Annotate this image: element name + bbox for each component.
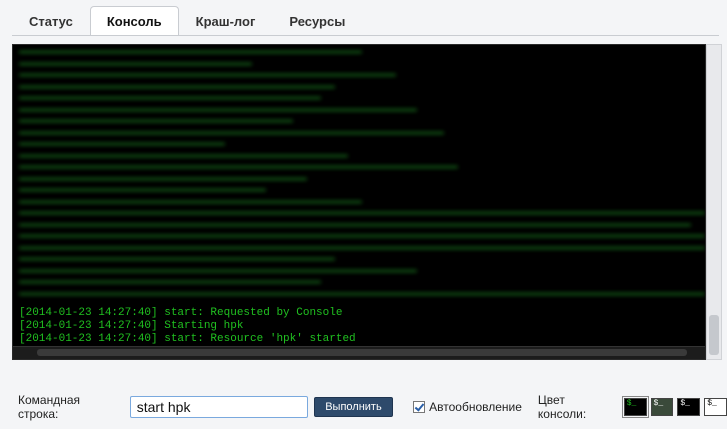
autoupdate-toggle[interactable]: Автообновление: [413, 400, 522, 414]
horizontal-scroll-thumb[interactable]: [37, 349, 687, 356]
swatch-text: $_: [653, 399, 664, 408]
tab-crash-log[interactable]: Краш-лог: [179, 6, 273, 36]
vertical-scroll-thumb[interactable]: [709, 315, 719, 355]
console-color-swatch-white[interactable]: $_: [704, 398, 727, 416]
console-blurred-history: [19, 51, 705, 306]
tab-bar: Статус Консоль Краш-лог Ресурсы: [12, 6, 362, 36]
command-bar: Командная строка: Выполнить Автообновлен…: [18, 393, 727, 421]
autoupdate-checkbox[interactable]: [413, 401, 426, 413]
tab-divider: [12, 35, 719, 36]
console-color-swatch-black[interactable]: $_: [677, 398, 701, 416]
console-vertical-scrollbar[interactable]: [706, 44, 722, 360]
command-input[interactable]: [129, 396, 308, 418]
swatch-text: $_: [680, 399, 690, 408]
command-label: Командная строка:: [18, 393, 81, 421]
swatch-text: $_: [707, 399, 717, 408]
swatch-text: $_: [626, 399, 637, 408]
console-line: [2014-01-23 14:27:40] Starting hpk: [19, 320, 244, 332]
console-line: [2014-01-23 14:27:40] start: Requested b…: [19, 307, 343, 319]
tab-status[interactable]: Статус: [12, 6, 90, 36]
tab-console[interactable]: Консоль: [89, 6, 179, 36]
console-color-swatch-gray[interactable]: $_: [650, 398, 674, 416]
tab-resources[interactable]: Ресурсы: [272, 6, 362, 36]
console-line: [2014-01-23 14:27:40] start: Resource 'h…: [19, 333, 356, 345]
console-output[interactable]: [2014-01-23 14:27:40] start: Requested b…: [12, 44, 706, 360]
autoupdate-label: Автообновление: [429, 400, 522, 414]
console-color-swatch-green[interactable]: $_: [621, 396, 649, 418]
console-horizontal-scrollbar[interactable]: [13, 346, 705, 359]
console-color-label: Цвет консоли:: [537, 393, 587, 421]
console-lines: [2014-01-23 14:27:40] start: Requested b…: [19, 307, 699, 346]
run-button[interactable]: Выполнить: [313, 397, 394, 417]
